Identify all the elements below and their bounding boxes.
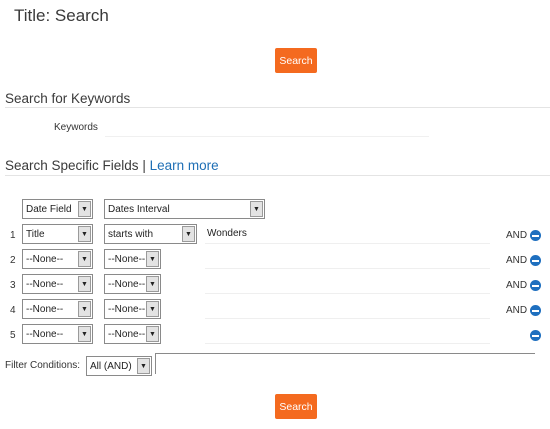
operator-select-4[interactable]: --None-- ▼ bbox=[104, 299, 161, 319]
divider bbox=[5, 175, 550, 176]
and-connector-4: AND bbox=[506, 305, 528, 316]
page-title: Title: Search bbox=[14, 6, 109, 25]
minus-circle-icon[interactable] bbox=[530, 280, 541, 291]
field-select-1[interactable]: Title ▼ bbox=[22, 224, 93, 244]
keywords-input[interactable] bbox=[105, 117, 429, 137]
field-select-value: --None-- bbox=[26, 303, 64, 315]
operator-select-value: --None-- bbox=[108, 253, 146, 265]
minus-circle-icon[interactable] bbox=[530, 305, 541, 316]
row-number: 4 bbox=[10, 305, 16, 316]
keywords-section-header: Search for Keywords bbox=[5, 91, 131, 106]
triangle-down-icon: ▼ bbox=[78, 326, 91, 342]
field-select-4[interactable]: --None-- ▼ bbox=[22, 299, 93, 319]
triangle-down-icon: ▼ bbox=[250, 201, 263, 217]
dates-interval-select[interactable]: Dates Interval ▼ bbox=[104, 199, 265, 219]
triangle-down-icon: ▼ bbox=[78, 201, 91, 217]
triangle-down-icon: ▼ bbox=[182, 226, 195, 242]
learn-more-link[interactable]: Learn more bbox=[150, 158, 219, 173]
row-number: 3 bbox=[10, 280, 16, 291]
field-select-value: --None-- bbox=[26, 328, 64, 340]
triangle-down-icon: ▼ bbox=[78, 226, 91, 242]
value-input-5[interactable] bbox=[205, 324, 490, 344]
value-input-3[interactable] bbox=[205, 274, 490, 294]
triangle-down-icon: ▼ bbox=[146, 276, 159, 292]
minus-circle-icon[interactable] bbox=[530, 255, 541, 266]
filter-conditions-value: All (AND) bbox=[90, 360, 132, 372]
search-button-top[interactable]: Search bbox=[275, 48, 317, 73]
and-connector-1: AND bbox=[506, 230, 528, 241]
date-field-select[interactable]: Date Field ▼ bbox=[22, 199, 93, 219]
operator-select-1[interactable]: starts with ▼ bbox=[104, 224, 197, 244]
filter-conditions-label: Filter Conditions: bbox=[5, 360, 81, 371]
and-connector-2: AND bbox=[506, 255, 528, 266]
operator-select-2[interactable]: --None-- ▼ bbox=[104, 249, 161, 269]
triangle-down-icon: ▼ bbox=[137, 358, 150, 374]
operator-select-value: --None-- bbox=[108, 328, 146, 340]
triangle-down-icon: ▼ bbox=[78, 301, 91, 317]
triangle-down-icon: ▼ bbox=[146, 301, 159, 317]
header-separator: | bbox=[142, 158, 146, 173]
dates-interval-value: Dates Interval bbox=[108, 203, 170, 215]
triangle-down-icon: ▼ bbox=[146, 251, 159, 267]
fields-section-header: Search Specific Fields | Learn more bbox=[5, 158, 219, 173]
divider bbox=[5, 107, 550, 108]
triangle-down-icon: ▼ bbox=[146, 326, 159, 342]
triangle-down-icon: ▼ bbox=[78, 251, 91, 267]
minus-circle-icon[interactable] bbox=[530, 230, 541, 241]
row-number: 1 bbox=[10, 230, 16, 241]
operator-select-5[interactable]: --None-- ▼ bbox=[104, 324, 161, 344]
value-input-1[interactable] bbox=[205, 224, 490, 244]
operator-select-value: --None-- bbox=[108, 303, 146, 315]
fields-section-title: Search Specific Fields bbox=[5, 158, 139, 173]
value-input-2[interactable] bbox=[205, 249, 490, 269]
field-select-value: --None-- bbox=[26, 278, 64, 290]
field-select-5[interactable]: --None-- ▼ bbox=[22, 324, 93, 344]
field-select-3[interactable]: --None-- ▼ bbox=[22, 274, 93, 294]
and-connector-3: AND bbox=[506, 280, 528, 291]
filter-divider bbox=[155, 353, 535, 354]
field-select-value: --None-- bbox=[26, 253, 64, 265]
filter-conditions-select[interactable]: All (AND) ▼ bbox=[86, 356, 152, 376]
search-button-bottom[interactable]: Search bbox=[275, 394, 317, 419]
date-field-value: Date Field bbox=[26, 203, 72, 215]
row-number: 5 bbox=[10, 330, 16, 341]
triangle-down-icon: ▼ bbox=[78, 276, 91, 292]
row-number: 2 bbox=[10, 255, 16, 266]
value-input-4[interactable] bbox=[205, 299, 490, 319]
operator-select-3[interactable]: --None-- ▼ bbox=[104, 274, 161, 294]
field-select-2[interactable]: --None-- ▼ bbox=[22, 249, 93, 269]
operator-select-value: --None-- bbox=[108, 278, 146, 290]
filter-divider bbox=[155, 353, 156, 374]
field-select-value: Title bbox=[26, 228, 45, 240]
operator-select-value: starts with bbox=[108, 228, 154, 240]
minus-circle-icon[interactable] bbox=[530, 330, 541, 341]
keywords-label: Keywords bbox=[54, 122, 98, 133]
